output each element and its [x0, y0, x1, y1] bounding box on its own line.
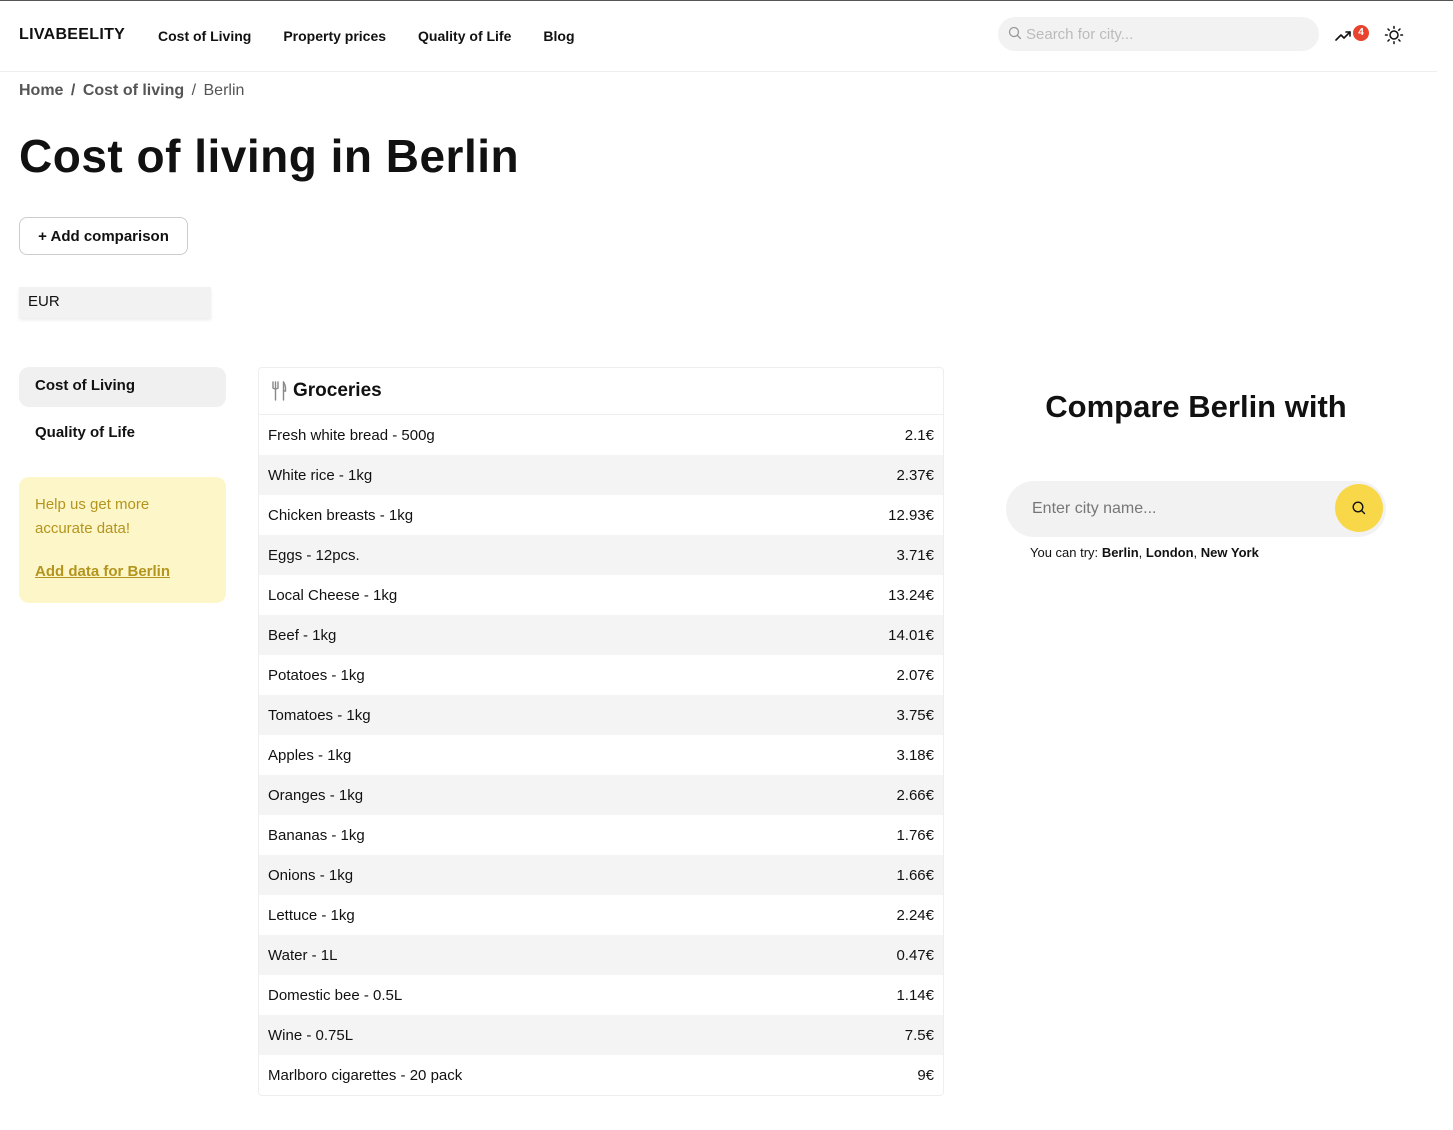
table-row: Wine - 0.75L 7.5€ [259, 1015, 943, 1055]
groceries-title: Groceries [293, 380, 382, 401]
grocery-item-name: Water - 1L [268, 946, 338, 964]
grocery-item-price: 2.1€ [904, 426, 934, 444]
grocery-item-name: White rice - 1kg [268, 466, 373, 484]
table-row: Local Cheese - 1kg 13.24€ [259, 575, 943, 615]
search-icon [1008, 26, 1022, 40]
grocery-item-name: Oranges - 1kg [268, 786, 364, 804]
main-nav: Cost of Living Property prices Quality o… [158, 28, 607, 44]
grocery-item-name: Fresh white bread - 500g [268, 426, 435, 444]
add-data-link[interactable]: Add data for Berlin [35, 563, 210, 580]
breadcrumb-home[interactable]: Home [19, 82, 63, 99]
nav-property-prices[interactable]: Property prices [283, 28, 386, 44]
grocery-item-price: 12.93€ [888, 506, 934, 524]
table-row: Domestic bee - 0.5L 1.14€ [259, 975, 943, 1015]
currency-select[interactable]: EUR [19, 287, 211, 318]
trending-button[interactable]: 4 [1335, 25, 1369, 45]
grocery-item-price: 2.07€ [896, 666, 934, 684]
grocery-item-name: Beef - 1kg [268, 626, 337, 644]
nav-blog[interactable]: Blog [543, 28, 574, 44]
grocery-item-name: Tomatoes - 1kg [268, 706, 371, 724]
grocery-item-price: 1.66€ [896, 866, 934, 884]
table-row: Chicken breasts - 1kg 12.93€ [259, 495, 943, 535]
grocery-item-price: 1.14€ [896, 986, 934, 1004]
table-row: Marlboro cigarettes - 20 pack 9€ [259, 1055, 943, 1095]
grocery-item-name: Domestic bee - 0.5L [268, 986, 403, 1004]
grocery-item-price: 1.76€ [896, 826, 934, 844]
trending-count-badge: 4 [1353, 25, 1369, 41]
grocery-item-name: Bananas - 1kg [268, 826, 365, 844]
table-row: Bananas - 1kg 1.76€ [259, 815, 943, 855]
groceries-table: Groceries Fresh white bread - 500g 2.1€ Wh… [258, 367, 944, 1096]
grocery-item-price: 3.18€ [896, 746, 934, 764]
grocery-item-price: 3.75€ [896, 706, 934, 724]
table-row: Tomatoes - 1kg 3.75€ [259, 695, 943, 735]
table-row: Water - 1L 0.47€ [259, 935, 943, 975]
suggestion-berlin[interactable]: Berlin [1102, 545, 1139, 560]
table-row: Oranges - 1kg 2.66€ [259, 775, 943, 815]
breadcrumb-cost-of-living[interactable]: Cost of living [83, 82, 184, 99]
breadcrumb-current: Berlin [203, 82, 245, 99]
nav-cost-of-living[interactable]: Cost of Living [158, 28, 251, 44]
nav-quality-of-life[interactable]: Quality of Life [418, 28, 511, 44]
sidebar-item-quality-of-life[interactable]: Quality of Life [19, 414, 226, 454]
groceries-rows: Fresh white bread - 500g 2.1€ White rice -… [259, 415, 943, 1095]
help-text: Help us get more accurate data! [35, 496, 150, 537]
grocery-item-price: 7.5€ [904, 1026, 934, 1044]
sidebar-item-cost-of-living[interactable]: Cost of Living [19, 367, 226, 407]
grocery-item-name: Eggs - 12pcs. [268, 546, 360, 564]
table-row: Potatoes - 1kg 2.07€ [259, 655, 943, 695]
city-search-input[interactable] [1026, 17, 1311, 51]
breadcrumb-separator: / [191, 82, 197, 99]
table-row: White rice - 1kg 2.37€ [259, 455, 943, 495]
grocery-item-price: 2.37€ [896, 466, 934, 484]
grocery-item-price: 13.24€ [888, 586, 934, 604]
grocery-item-price: 2.24€ [896, 906, 934, 924]
table-row: Lettuce - 1kg 2.24€ [259, 895, 943, 935]
city-search-bar[interactable] [998, 17, 1319, 51]
trending-icon [1335, 31, 1351, 41]
grocery-item-name: Potatoes - 1kg [268, 666, 365, 684]
grocery-item-name: Wine - 0.75L [268, 1026, 354, 1044]
table-row: Beef - 1kg 14.01€ [259, 615, 943, 655]
fork-knife-icon [272, 381, 287, 401]
add-comparison-button[interactable]: + Add comparison [19, 217, 188, 255]
suggestion-new-york[interactable]: New York [1201, 545, 1259, 560]
grocery-item-price: 0.47€ [896, 946, 934, 964]
breadcrumb-separator: / [70, 82, 76, 99]
page-title: Cost of living in Berlin [19, 130, 520, 182]
grocery-item-name: Local Cheese - 1kg [268, 586, 398, 604]
compare-suggestions: You can try: Berlin, London, New York [1030, 545, 1259, 560]
help-data-box: Help us get more accurate data! Add data… [19, 477, 226, 603]
top-header: LIVABEELITY Cost of Living Property pric… [0, 1, 1437, 72]
grocery-item-name: Lettuce - 1kg [268, 906, 355, 924]
compare-city-input[interactable] [1032, 481, 1332, 537]
suggestions-label: You can try: [1030, 545, 1099, 560]
groceries-header: Groceries [259, 368, 943, 415]
compare-search-box[interactable] [1006, 481, 1386, 537]
grocery-item-name: Apples - 1kg [268, 746, 352, 764]
compare-search-button[interactable] [1335, 484, 1383, 532]
grocery-item-name: Chicken breasts - 1kg [268, 506, 414, 524]
table-row: Apples - 1kg 3.18€ [259, 735, 943, 775]
grocery-item-price: 2.66€ [896, 786, 934, 804]
table-row: Eggs - 12pcs. 3.71€ [259, 535, 943, 575]
grocery-item-name: Marlboro cigarettes - 20 pack [268, 1066, 463, 1084]
grocery-item-name: Onions - 1kg [268, 866, 354, 884]
grocery-item-price: 14.01€ [888, 626, 934, 644]
site-logo[interactable]: LIVABEELITY [19, 26, 125, 44]
sun-icon[interactable] [1384, 25, 1404, 45]
suggestion-london[interactable]: London [1146, 545, 1194, 560]
grocery-item-price: 9€ [917, 1066, 934, 1084]
search-icon [1352, 501, 1366, 515]
compare-title: Compare Berlin with [1045, 389, 1347, 424]
breadcrumb: Home / Cost of living / Berlin [19, 82, 244, 100]
table-row: Fresh white bread - 500g 2.1€ [259, 415, 943, 455]
grocery-item-price: 3.71€ [896, 546, 934, 564]
table-row: Onions - 1kg 1.66€ [259, 855, 943, 895]
